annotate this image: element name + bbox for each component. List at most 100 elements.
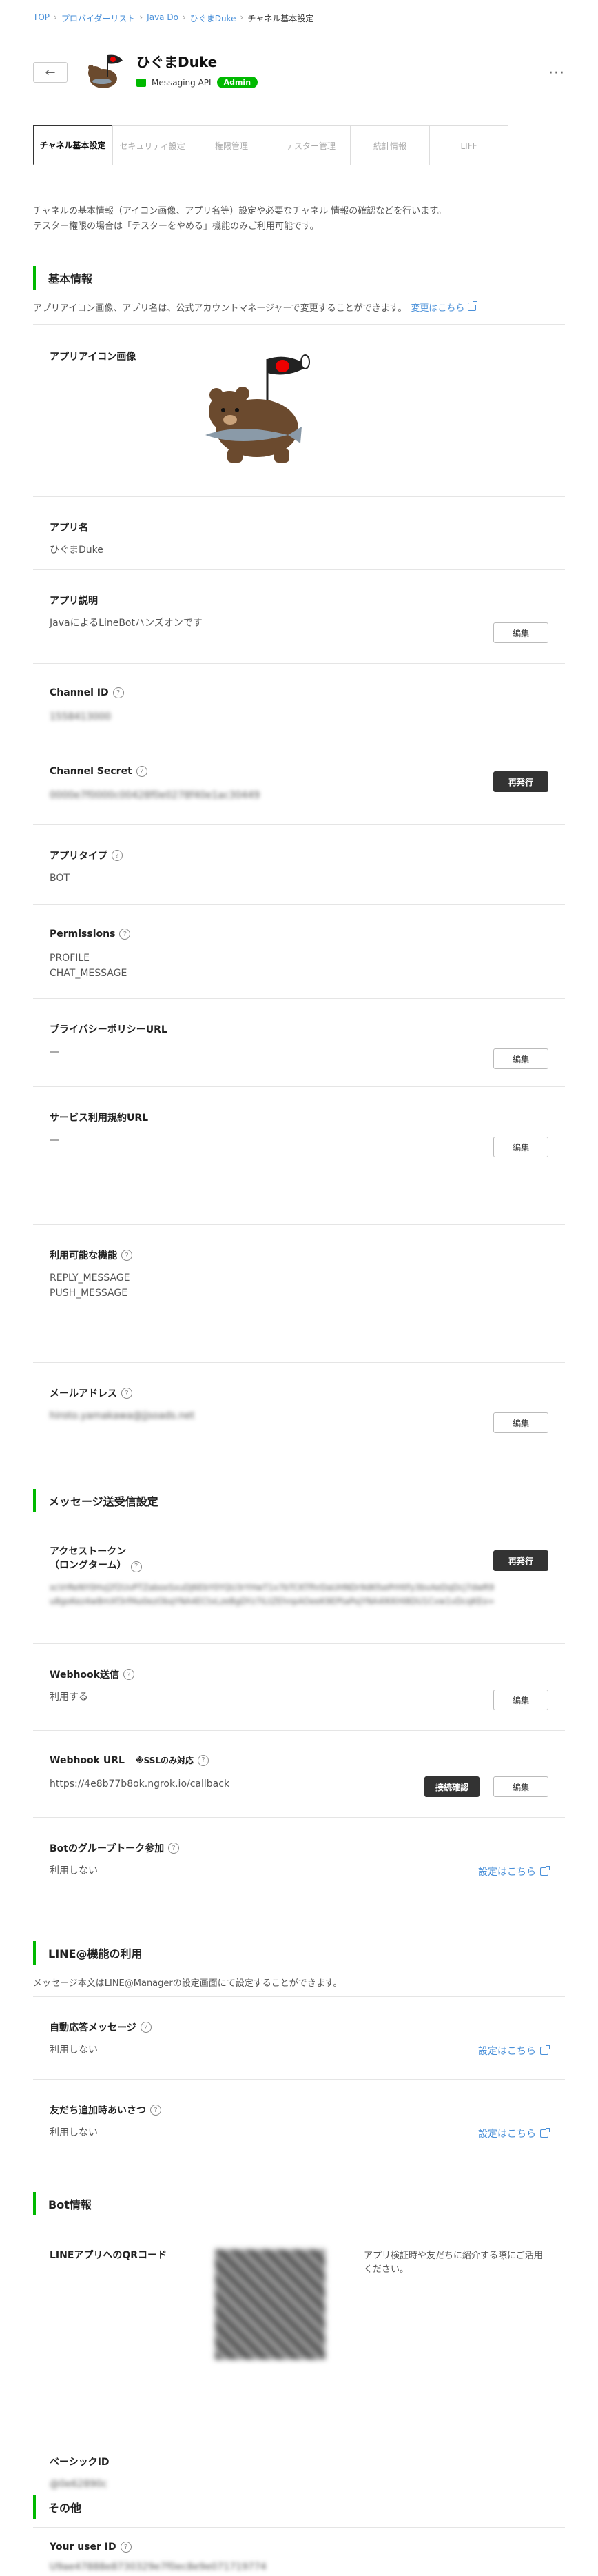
section-messaging-heading: メッセージ送受信設定 [33,1489,565,1512]
breadcrumb-sep: › [182,12,186,22]
user-id-value: U9ae47888e8730329e7f0ec8e9e071719774 [50,2562,267,2573]
help-icon[interactable]: ? [121,1250,132,1261]
webhook-label: Webhook送信? [50,1667,134,1681]
help-icon[interactable]: ? [136,766,147,777]
tab-permissions[interactable]: 権限管理 [192,125,271,165]
access-token-label: アクセストークン （ロングターム）? [50,1545,142,1572]
terms-url-label: サービス利用規約URL [50,1113,149,1124]
reissue-secret-button[interactable]: 再発行 [493,771,548,792]
messaging-api-icon [136,78,146,87]
channel-secret-label: Channel Secret? [50,766,147,777]
tab-liff[interactable]: LIFF [429,125,508,165]
breadcrumb-provider-list[interactable]: プロバイダーリスト [61,12,136,24]
row-access-token: アクセストークン （ロングターム）? xcVrReNY0HvJ2f2UvPTZa… [33,1521,565,1643]
group-talk-value: 利用しない [50,1865,98,1876]
tab-security[interactable]: セキュリティ設定 [112,125,192,165]
breadcrumb-provider[interactable]: Java Do [147,12,178,24]
help-icon[interactable]: ? [130,1561,142,1572]
group-talk-settings-link[interactable]: 設定はこちら [478,1865,550,1878]
friend-greeting-settings-link[interactable]: 設定はこちら [478,2127,550,2140]
help-icon[interactable]: ? [150,2105,161,2116]
access-token-value: xcVrReNY0HvJ2f2UvPTZaboxSxuDJ6EbY0YQU3rY… [50,1583,495,1606]
row-app-description: アプリ説明 JavaによるLineBotハンズオンです 編集 [33,569,565,663]
row-permissions: Permissions? PROFILE CHAT_MESSAGE [33,904,565,998]
edit-webhook-url-button[interactable]: 編集 [493,1776,548,1797]
row-app-icon: アプリアイコン画像 [33,324,565,496]
edit-description-button[interactable]: 編集 [493,622,548,643]
app-type-value: BOT [50,873,70,884]
channel-header: ← ひぐまDuke Messaging API Admin ··· [33,50,565,105]
help-icon[interactable]: ? [112,850,123,861]
edit-privacy-button[interactable]: 編集 [493,1048,548,1069]
group-talk-label: Botのグループトーク参加? [50,1841,180,1855]
row-privacy-url: プライバシーポリシーURL — 編集 [33,998,565,1086]
permissions-value: PROFILE CHAT_MESSAGE [50,953,127,979]
help-icon[interactable]: ? [140,2022,152,2033]
privacy-url-value: — [50,1046,59,1057]
row-friend-greeting: 友だち追加時あいさつ? 利用しない 設定はこちら [33,2079,565,2176]
change-link[interactable]: 変更はこちら [411,301,477,314]
help-icon[interactable]: ? [197,1754,209,1766]
verify-button[interactable]: 接続確認 [424,1776,480,1797]
webhook-url-value: https://4e8b77b8ok.ngrok.io/callback [50,1778,230,1789]
external-link-icon [467,301,477,311]
friend-greeting-label: 友だち追加時あいさつ? [50,2103,161,2117]
app-description-value: JavaによるLineBotハンズオンです [50,618,203,629]
help-icon[interactable]: ? [120,2542,132,2553]
intro-text: チャネルの基本情報（アイコン画像、アプリ名等）設定や必要なチャネル 情報の確認な… [33,206,446,232]
help-icon[interactable]: ? [112,687,124,698]
row-app-type: アプリタイプ? BOT [33,824,565,904]
auto-reply-settings-link[interactable]: 設定はこちら [478,2044,550,2058]
breadcrumb-top[interactable]: TOP [33,12,50,24]
row-app-name: アプリ名 ひぐまDuke [33,496,565,569]
app-icon-label: アプリアイコン画像 [50,352,136,363]
breadcrumb-sep: › [54,12,57,22]
tab-statistics[interactable]: 統計情報 [350,125,429,165]
section-lineat-heading: LINE@機能の利用 [33,1941,565,1965]
friend-greeting-value: 利用しない [50,2127,98,2138]
email-value: hiroto.yamakawa@jjsoads.net [50,1410,195,1421]
row-webhook: Webhook送信? 利用する 編集 [33,1643,565,1730]
terms-url-value: — [50,1135,59,1146]
row-channel-id: Channel ID? 1558413000 [33,663,565,742]
channel-id-label: Channel ID? [50,687,124,698]
features-value: REPLY_MESSAGE PUSH_MESSAGE [50,1272,130,1299]
external-link-icon [540,2128,550,2138]
tab-testers[interactable]: テスター管理 [271,125,350,165]
edit-webhook-button[interactable]: 編集 [493,1690,548,1710]
external-link-icon [540,2045,550,2055]
row-group-talk: Botのグループトーク参加? 利用しない 設定はこちら [33,1817,565,1900]
help-icon[interactable]: ? [121,1388,132,1399]
auto-reply-value: 利用しない [50,2045,98,2056]
channel-type: Messaging API [152,77,212,88]
qr-code-image [215,2249,325,2360]
row-features: 利用可能な機能? REPLY_MESSAGE PUSH_MESSAGE [33,1224,565,1362]
breadcrumb-channel[interactable]: ひぐまDuke [190,12,236,24]
external-link-icon [540,1866,550,1876]
privacy-url-label: プライバシーポリシーURL [50,1024,167,1035]
channel-id-value: 1558413000 [50,711,112,722]
help-icon[interactable]: ? [123,1669,134,1680]
more-menu-icon[interactable]: ··· [548,65,565,82]
email-label: メールアドレス? [50,1386,132,1400]
back-button[interactable]: ← [33,62,68,83]
auto-reply-label: 自動応答メッセージ? [50,2020,152,2034]
row-auto-reply: 自動応答メッセージ? 利用しない 設定はこちら [33,1996,565,2079]
qr-code-note: アプリ検証時や友だちに紹介する際にご活用ください。 [364,2251,543,2275]
help-icon[interactable]: ? [168,1843,180,1854]
help-icon[interactable]: ? [119,929,131,940]
features-label: 利用可能な機能? [50,1248,132,1262]
reissue-token-button[interactable]: 再発行 [493,1550,548,1571]
row-channel-secret: Channel Secret? 0000e7f0000c00428f0e0278… [33,742,565,824]
section-basic-sub: アプリアイコン画像、アプリ名は、公式アカウントマネージャーで変更することができま… [33,301,565,314]
qr-code-label: LINEアプリへのQRコード [50,2250,167,2261]
edit-email-button[interactable]: 編集 [493,1412,548,1433]
tab-basic-settings[interactable]: チャネル基本設定 [33,125,112,165]
channel-avatar [83,50,127,94]
section-bot-heading: Bot情報 [33,2192,565,2215]
edit-terms-button[interactable]: 編集 [493,1137,548,1157]
permissions-label: Permissions? [50,929,131,940]
user-id-label: Your user ID? [50,2542,132,2553]
app-description-label: アプリ説明 [50,596,98,607]
channel-secret-value: 0000e7f0000c00428f0e0278f40e1ac30449 [50,790,260,801]
